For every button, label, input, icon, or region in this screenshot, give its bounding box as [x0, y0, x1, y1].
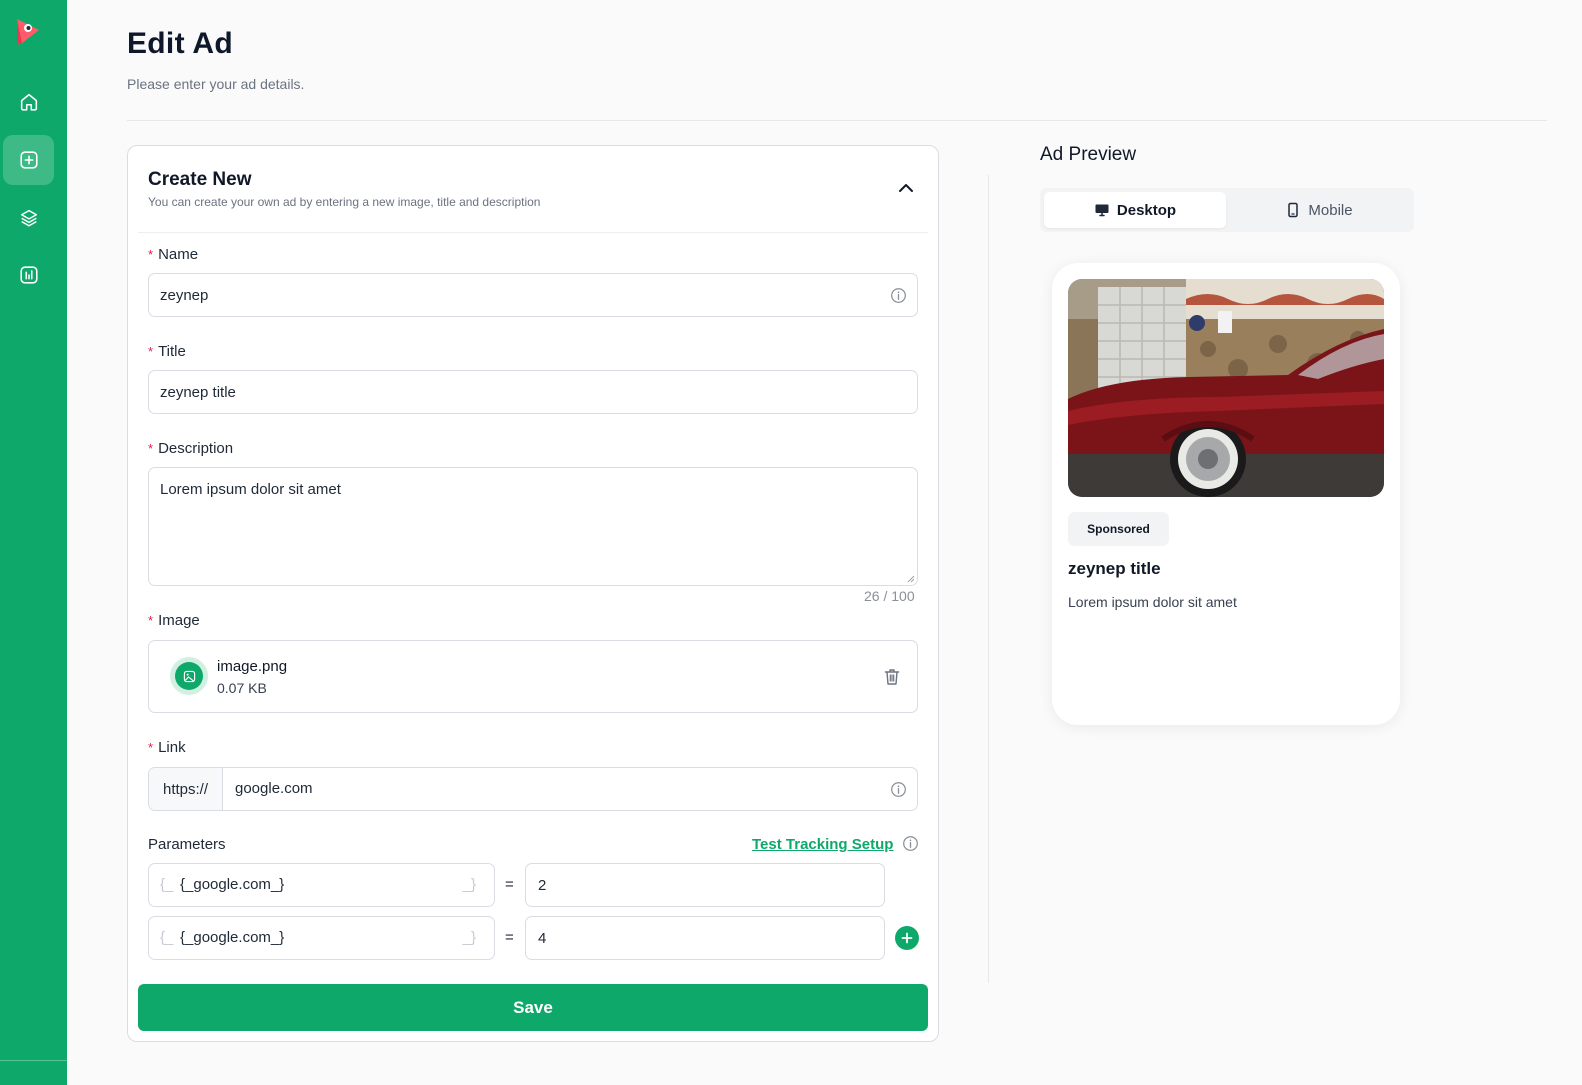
- page-title: Edit Ad: [127, 27, 233, 60]
- name-value: zeynep: [160, 286, 209, 304]
- link-label: * Link: [148, 739, 186, 756]
- chart-icon: [19, 266, 38, 284]
- file-name: image.png: [217, 658, 288, 675]
- plus-square-icon: [19, 151, 38, 169]
- column-divider: [988, 175, 989, 983]
- parameters-label: Parameters: [148, 836, 226, 853]
- param-key-value: {_google.com_}: [180, 876, 285, 893]
- chevron-up-icon[interactable]: [896, 178, 916, 198]
- title-value: zeynep title: [160, 383, 236, 401]
- header-divider: [127, 120, 1547, 121]
- sidebar-item-layers[interactable]: [3, 193, 54, 243]
- param-value-input[interactable]: 4: [525, 916, 885, 960]
- param-key-input[interactable]: {_ {_google.com_} _}: [148, 863, 495, 907]
- save-button[interactable]: Save: [138, 984, 928, 1031]
- card-title: Create New: [148, 169, 252, 190]
- tab-desktop[interactable]: Desktop: [1044, 192, 1226, 228]
- description-value: Lorem ipsum dolor sit amet: [160, 481, 341, 498]
- param-equals: =: [505, 929, 514, 946]
- image-upload[interactable]: image.png 0.07 KB: [148, 640, 918, 713]
- image-file-icon: [175, 662, 203, 690]
- sidebar-item-home[interactable]: [3, 77, 54, 127]
- description-textarea[interactable]: Lorem ipsum dolor sit amet: [148, 467, 918, 586]
- sponsored-badge: Sponsored: [1068, 512, 1169, 546]
- info-icon[interactable]: [890, 781, 907, 798]
- test-tracking-link[interactable]: Test Tracking Setup: [752, 836, 893, 853]
- ad-preview-card: Sponsored zeynep title Lorem ipsum dolor…: [1052, 263, 1400, 725]
- create-ad-card: Create New You can create your own ad by…: [127, 145, 939, 1042]
- layers-icon: [20, 209, 37, 227]
- file-icon-wrap: [170, 657, 208, 695]
- title-input[interactable]: zeynep title: [148, 370, 918, 414]
- page-subtitle: Please enter your ad details.: [127, 76, 305, 92]
- param-value: 2: [538, 876, 547, 894]
- preview-title: Ad Preview: [1040, 144, 1137, 165]
- param-key-input[interactable]: {_ {_google.com_} _}: [148, 916, 495, 960]
- tab-mobile-label: Mobile: [1308, 201, 1353, 219]
- tab-mobile[interactable]: Mobile: [1228, 192, 1410, 228]
- info-icon[interactable]: [902, 835, 919, 852]
- sidebar: [0, 0, 67, 1085]
- resize-handle[interactable]: [906, 574, 915, 583]
- home-icon: [20, 93, 37, 111]
- link-input-group[interactable]: https:// google.com: [148, 767, 918, 811]
- brace-right: _}: [462, 876, 476, 893]
- file-size: 0.07 KB: [217, 680, 267, 696]
- description-label: * Description: [148, 440, 234, 457]
- preview-ad-title: zeynep title: [1068, 559, 1161, 578]
- description-counter: 26 / 100: [864, 588, 915, 604]
- preview-device-toggle: Desktop Mobile: [1040, 188, 1414, 232]
- image-label: * Image: [148, 612, 200, 629]
- plus-icon: [901, 932, 913, 944]
- card-subtitle: You can create your own ad by entering a…: [148, 195, 541, 209]
- smartphone-icon: [1288, 202, 1299, 218]
- sidebar-item-create-ad[interactable]: [3, 135, 54, 185]
- param-value-input[interactable]: 2: [525, 863, 885, 907]
- info-icon[interactable]: [890, 287, 907, 304]
- card-divider: [138, 232, 928, 233]
- param-equals: =: [505, 876, 514, 893]
- brace-right: _}: [462, 929, 476, 946]
- param-value: 4: [538, 929, 547, 947]
- brace-left: {_: [160, 929, 174, 946]
- tab-desktop-label: Desktop: [1116, 201, 1177, 219]
- app-logo[interactable]: [14, 16, 42, 46]
- param-key-value: {_google.com_}: [180, 929, 285, 946]
- link-value[interactable]: google.com: [235, 780, 313, 797]
- add-parameter-button[interactable]: [895, 926, 919, 950]
- red-classic-car-photo: [1068, 279, 1384, 497]
- sidebar-item-reports[interactable]: [3, 250, 54, 300]
- brace-left: {_: [160, 876, 174, 893]
- name-label: * Name: [148, 246, 199, 263]
- ad-preview-image: [1068, 279, 1384, 497]
- link-prefix: https://: [149, 768, 223, 810]
- title-label: * Title: [148, 343, 186, 360]
- preview-ad-description: Lorem ipsum dolor sit amet: [1068, 594, 1237, 610]
- name-input[interactable]: zeynep: [148, 273, 918, 317]
- sidebar-divider: [0, 1060, 67, 1061]
- monitor-icon: [1095, 204, 1109, 217]
- trash-icon[interactable]: [882, 667, 902, 687]
